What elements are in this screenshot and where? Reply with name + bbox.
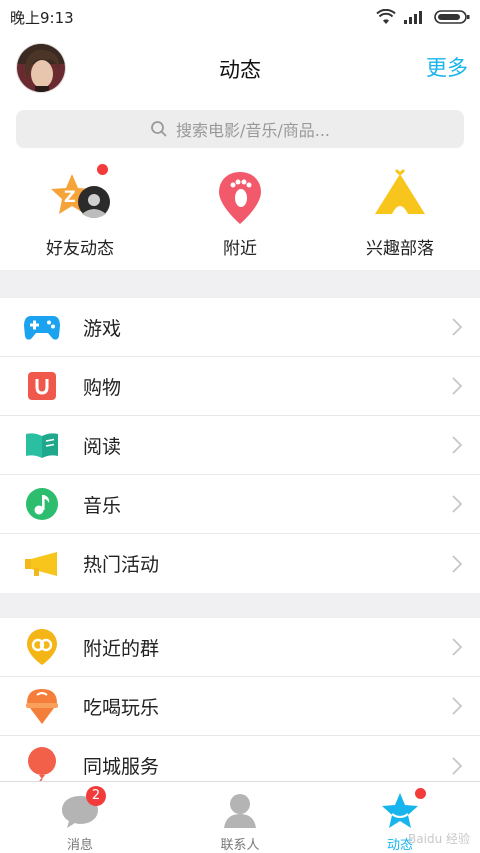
quick-item-nearby[interactable]: 附近 [160,168,320,259]
quick-label: 好友动态 [46,239,114,259]
megaphone-icon [22,544,62,584]
shopping-bag-icon [22,366,62,406]
header: 动态 更多 [0,34,480,102]
list-item-label: 游戏 [83,317,122,340]
quick-label: 兴趣部落 [366,239,434,259]
bottom-tab-bar: 2 消息 联系人 动态 Baidu 经验 [0,781,480,853]
chat-bubble-icon: 2 [60,786,106,830]
list-item-music[interactable]: 音乐 [0,475,480,534]
search-section: 搜索电影/音乐/商品... [0,102,480,160]
more-button[interactable]: 更多 [426,52,468,82]
list-item-food-fun[interactable]: 吃喝玩乐 [0,677,480,736]
chevron-right-icon [452,436,462,454]
quick-item-friends[interactable]: Z 好友动态 [0,164,160,259]
nearby-footprint-icon [210,168,270,228]
battery-icon [434,10,470,24]
search-input[interactable]: 搜索电影/音乐/商品... [16,110,464,148]
contact-person-icon [220,790,260,830]
quick-entries: Z 好友动态 附近 兴趣部落 [0,160,480,270]
wifi-icon [376,9,396,24]
list-item-label: 同城服务 [83,756,160,778]
list-item-label: 附近的群 [83,637,160,660]
feature-list-2: 附近的群 吃喝玩乐 同城服务 [0,618,480,795]
gamepad-icon [22,307,62,347]
music-note-icon [22,484,62,524]
tab-messages[interactable]: 2 消息 [0,782,160,853]
chevron-right-icon [452,495,462,513]
list-item-label: 音乐 [83,494,122,517]
page-title: 动态 [219,58,261,82]
list-item-games[interactable]: 游戏 [0,298,480,357]
list-item-label: 吃喝玩乐 [83,696,160,719]
tab-label: 消息 [66,838,93,853]
tribe-tent-icon [370,168,430,228]
svg-text:Z: Z [64,187,76,206]
unread-badge: 2 [86,786,106,806]
list-item-reading[interactable]: 阅读 [0,416,480,475]
watermark: Baidu 经验 [408,832,470,846]
status-bar: 晚上9:13 [0,0,480,34]
quick-label: 附近 [223,239,257,259]
status-icons [376,9,470,25]
status-time: 晚上9:13 [10,8,74,27]
list-item-label: 购物 [83,376,122,399]
chevron-right-icon [452,638,462,656]
notification-dot [415,788,426,799]
signal-icon [404,11,422,24]
quick-item-tribe[interactable]: 兴趣部落 [320,168,480,259]
list-item-label: 阅读 [83,435,122,458]
search-placeholder: 搜索电影/音乐/商品... [175,121,331,140]
chevron-right-icon [452,697,462,715]
star-dynamic-icon [380,788,426,830]
ice-cream-icon [22,686,62,726]
tab-label: 联系人 [220,838,260,853]
friends-star-icon: Z [50,164,110,228]
chevron-right-icon [452,756,462,775]
list-item-events[interactable]: 热门活动 [0,534,480,593]
chevron-right-icon [452,554,462,573]
balloon-icon [22,746,62,786]
chevron-right-icon [452,318,462,336]
nearby-group-icon [22,627,62,667]
list-item-label: 热门活动 [83,554,160,576]
list-item-nearby-groups[interactable]: 附近的群 [0,618,480,677]
tab-contacts[interactable]: 联系人 [160,782,320,853]
feature-list-1: 游戏 购物 阅读 音乐 热门活动 [0,298,480,593]
book-icon [22,425,62,465]
search-icon [151,121,167,137]
notification-dot [97,164,108,175]
list-item-shopping[interactable]: 购物 [0,357,480,416]
chevron-right-icon [452,377,462,395]
